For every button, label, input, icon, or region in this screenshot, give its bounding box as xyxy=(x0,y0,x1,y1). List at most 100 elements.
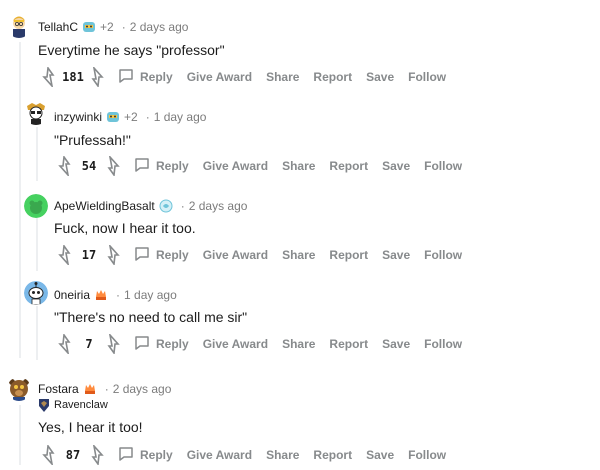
share-button[interactable]: Share xyxy=(282,337,315,351)
separator-dot: · xyxy=(121,20,126,34)
award-count: +2 xyxy=(100,20,114,34)
downvote-icon[interactable] xyxy=(88,444,108,466)
follow-button[interactable]: Follow xyxy=(424,248,462,262)
reply-label: Reply xyxy=(156,337,189,351)
share-button[interactable]: Share xyxy=(282,159,315,173)
reply-label: Reply xyxy=(140,70,173,84)
thread-line[interactable] xyxy=(36,306,38,360)
avatar[interactable] xyxy=(7,14,31,38)
upvote-icon[interactable] xyxy=(54,155,74,177)
comment-body: Fuck, now I hear it too. xyxy=(54,220,196,236)
flair-text: Ravenclaw xyxy=(54,399,108,411)
share-button[interactable]: Share xyxy=(266,448,299,462)
comment-bubble-icon xyxy=(134,246,150,265)
comment-header: inzywinki +2 · 1 day ago xyxy=(54,108,206,126)
downvote-icon[interactable] xyxy=(104,155,124,177)
author-name[interactable]: ApeWieldingBasalt xyxy=(54,199,155,213)
reply-button[interactable]: Reply xyxy=(124,335,189,354)
report-button[interactable]: Report xyxy=(329,159,368,173)
separator-dot: · xyxy=(180,199,185,213)
author-name[interactable]: Fostara xyxy=(38,382,79,396)
score: 17 xyxy=(81,248,97,262)
share-button[interactable]: Share xyxy=(266,70,299,84)
comment-bubble-icon xyxy=(118,446,134,465)
avatar[interactable] xyxy=(24,281,48,305)
comment-body: Everytime he says "professor" xyxy=(38,42,225,58)
report-button[interactable]: Report xyxy=(329,248,368,262)
reply-label: Reply xyxy=(140,448,173,462)
reply-button[interactable]: Reply xyxy=(108,68,173,87)
author-name[interactable]: 0neiria xyxy=(54,288,90,302)
comment-header: ApeWieldingBasalt · 2 days ago xyxy=(54,197,247,215)
follow-button[interactable]: Follow xyxy=(424,159,462,173)
comment-actions: 54 Reply Give Award Share Report Save Fo… xyxy=(54,154,476,178)
comment-bubble-icon xyxy=(134,157,150,176)
upvote-icon[interactable] xyxy=(38,66,58,88)
reply-label: Reply xyxy=(156,159,189,173)
downvote-icon[interactable] xyxy=(104,244,124,266)
share-button[interactable]: Share xyxy=(282,248,315,262)
award-icon xyxy=(83,382,97,396)
give-award-button[interactable]: Give Award xyxy=(203,159,268,173)
timestamp[interactable]: 1 day ago xyxy=(124,288,177,302)
award-icon xyxy=(94,288,108,302)
author-name[interactable]: TellahC xyxy=(38,20,78,34)
avatar[interactable] xyxy=(24,194,48,218)
thread-line[interactable] xyxy=(19,42,21,358)
save-button[interactable]: Save xyxy=(382,337,410,351)
reply-label: Reply xyxy=(156,248,189,262)
downvote-icon[interactable] xyxy=(88,66,108,88)
reply-button[interactable]: Reply xyxy=(124,246,189,265)
award-icon xyxy=(82,20,96,34)
save-button[interactable]: Save xyxy=(382,248,410,262)
follow-button[interactable]: Follow xyxy=(424,337,462,351)
award-count: +2 xyxy=(124,110,138,124)
report-button[interactable]: Report xyxy=(329,337,368,351)
separator-dot: · xyxy=(116,288,121,302)
reply-button[interactable]: Reply xyxy=(108,446,173,465)
author-name[interactable]: inzywinki xyxy=(54,110,102,124)
follow-button[interactable]: Follow xyxy=(408,448,446,462)
user-flair: Ravenclaw xyxy=(38,398,108,412)
save-button[interactable]: Save xyxy=(382,159,410,173)
thread-line[interactable] xyxy=(36,127,38,181)
comment-bubble-icon xyxy=(118,68,134,87)
comment-actions: 17 Reply Give Award Share Report Save Fo… xyxy=(54,243,476,267)
separator-dot: · xyxy=(145,110,150,124)
comment-bubble-icon xyxy=(134,335,150,354)
comment-body: "There's no need to call me sir" xyxy=(54,309,248,325)
thread-line[interactable] xyxy=(36,217,38,271)
score: 181 xyxy=(62,70,84,84)
upvote-icon[interactable] xyxy=(54,244,74,266)
award-icon xyxy=(159,199,173,213)
give-award-button[interactable]: Give Award xyxy=(187,448,252,462)
comment-body: Yes, I hear it too! xyxy=(38,419,143,435)
timestamp[interactable]: 2 days ago xyxy=(113,382,172,396)
thread-line[interactable] xyxy=(19,405,21,465)
avatar[interactable] xyxy=(7,377,31,401)
comment-header: 0neiria · 1 day ago xyxy=(54,286,177,304)
comment-actions: 7 Reply Give Award Share Report Save Fol… xyxy=(54,332,476,356)
reply-button[interactable]: Reply xyxy=(124,157,189,176)
timestamp[interactable]: 2 days ago xyxy=(189,199,248,213)
avatar[interactable] xyxy=(24,101,48,125)
timestamp[interactable]: 1 day ago xyxy=(154,110,207,124)
save-button[interactable]: Save xyxy=(366,448,394,462)
comment-header: TellahC +2 · 2 days ago xyxy=(38,18,188,36)
report-button[interactable]: Report xyxy=(313,70,352,84)
save-button[interactable]: Save xyxy=(366,70,394,84)
separator-dot: · xyxy=(104,382,109,396)
upvote-icon[interactable] xyxy=(38,444,58,466)
upvote-icon[interactable] xyxy=(54,333,74,355)
give-award-button[interactable]: Give Award xyxy=(203,248,268,262)
follow-button[interactable]: Follow xyxy=(408,70,446,84)
report-button[interactable]: Report xyxy=(313,448,352,462)
comment-body: "Prufessah!" xyxy=(54,132,131,148)
downvote-icon[interactable] xyxy=(104,333,124,355)
score: 54 xyxy=(81,159,97,173)
give-award-button[interactable]: Give Award xyxy=(187,70,252,84)
comment-actions: 87 Reply Give Award Share Report Save Fo… xyxy=(38,443,460,467)
give-award-button[interactable]: Give Award xyxy=(203,337,268,351)
timestamp[interactable]: 2 days ago xyxy=(130,20,189,34)
score: 87 xyxy=(65,448,81,462)
